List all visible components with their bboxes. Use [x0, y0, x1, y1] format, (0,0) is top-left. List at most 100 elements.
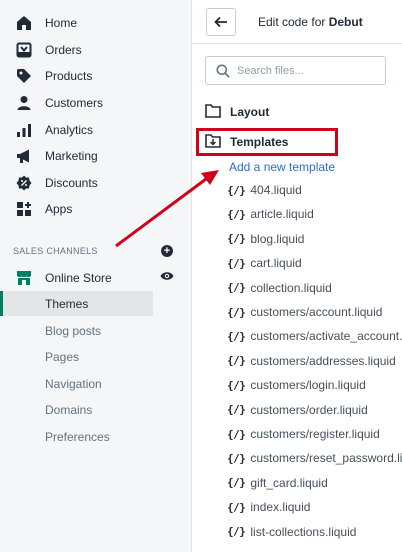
templates-highlight-box [196, 128, 338, 156]
liquid-file-icon: {/} [227, 232, 246, 246]
sidebar-item-label: Orders [45, 43, 82, 57]
add-sales-channel-icon[interactable]: + [161, 245, 173, 257]
sidebar-subitem-label: Themes [45, 296, 89, 311]
bar-chart-icon [16, 122, 32, 138]
sidebar-subitem-blog-posts[interactable]: Blog posts [0, 318, 153, 343]
sidebar-subitem-label: Navigation [45, 376, 102, 391]
editor-header: Edit code for Debut [192, 0, 402, 44]
sidebar-subitem-navigation[interactable]: Navigation [0, 371, 153, 396]
sidebar-subitem-label: Pages [45, 349, 80, 364]
liquid-file-icon: {/} [227, 207, 246, 221]
store-icon [16, 270, 32, 286]
file-name: collection.liquid [250, 280, 332, 295]
sidebar-item-label: Products [45, 69, 93, 83]
search-box[interactable] [205, 56, 386, 85]
back-button[interactable] [206, 8, 236, 36]
sidebar-subitem-domains[interactable]: Domains [0, 397, 153, 422]
file-item[interactable]: {/} collection.liquid [227, 278, 402, 298]
liquid-file-icon: {/} [227, 281, 246, 295]
liquid-file-icon: {/} [227, 329, 246, 343]
add-new-template-link[interactable]: Add a new template [229, 160, 335, 174]
file-name: customers/activate_account.liquid [250, 329, 402, 344]
file-item[interactable]: {/} 404.liquid [227, 180, 402, 200]
liquid-file-icon: {/} [227, 403, 246, 417]
page-title: Edit code for Debut [258, 15, 363, 29]
file-name: list-collections.liquid [250, 524, 357, 539]
arrow-left-icon [214, 16, 227, 28]
file-name: blog.liquid [250, 231, 305, 246]
liquid-file-icon: {/} [227, 525, 246, 539]
sidebar-item-label: Customers [45, 96, 104, 110]
folder-layout[interactable]: Layout [205, 101, 400, 123]
liquid-file-icon: {/} [227, 378, 246, 392]
theme-name: Debut [328, 15, 363, 29]
sales-channels-heading: SALES CHANNELS [13, 246, 98, 256]
megaphone-icon [16, 148, 32, 164]
title-prefix: Edit code for [258, 15, 326, 29]
sidebar-subitem-label: Preferences [45, 429, 110, 444]
file-name: article.liquid [250, 207, 314, 222]
file-item[interactable]: {/} customers/account.liquid [227, 302, 402, 322]
person-icon [16, 95, 32, 111]
sidebar-item-apps[interactable]: Apps [0, 196, 190, 222]
file-item[interactable]: {/} gift_card.liquid [227, 473, 402, 493]
file-name: gift_card.liquid [250, 475, 328, 490]
file-item[interactable]: {/} customers/addresses.liquid [227, 351, 402, 371]
file-item[interactable]: {/} customers/order.liquid [227, 400, 402, 420]
sidebar-item-label: Online Store [45, 271, 112, 285]
eye-icon[interactable] [160, 271, 174, 281]
file-item[interactable]: {/} blog.liquid [227, 229, 402, 249]
file-item[interactable]: {/} customers/register.liquid [227, 424, 402, 444]
liquid-file-icon: {/} [227, 500, 246, 514]
file-name: 404.liquid [250, 183, 302, 197]
sidebar-subitem-themes[interactable]: Themes [0, 291, 153, 316]
file-item[interactable]: {/} customers/activate_account.liquid [227, 326, 402, 346]
sidebar-item-products[interactable]: Products [0, 63, 190, 89]
search-input[interactable] [237, 62, 377, 80]
file-name: customers/addresses.liquid [250, 353, 396, 368]
apps-icon [16, 201, 32, 217]
file-item[interactable]: {/} customers/reset_password.liquid [227, 448, 402, 468]
sidebar-item-analytics[interactable]: Analytics [0, 117, 190, 143]
sidebar-item-label: Analytics [45, 123, 94, 137]
sidebar-item-discounts[interactable]: Discounts [0, 170, 190, 196]
file-name: customers/reset_password.liquid [250, 451, 402, 466]
file-name: customers/order.liquid [250, 402, 368, 417]
search-icon [216, 64, 230, 78]
sidebar-subitem-pages[interactable]: Pages [0, 344, 153, 369]
sidebar-item-customers[interactable]: Customers [0, 90, 190, 116]
orders-icon [16, 42, 32, 58]
liquid-file-icon: {/} [227, 451, 246, 465]
annotation-arrow-head [201, 170, 219, 185]
liquid-file-icon: {/} [227, 476, 246, 490]
liquid-file-icon: {/} [227, 305, 246, 319]
liquid-file-icon: {/} [227, 183, 246, 197]
file-item[interactable]: {/} cart.liquid [227, 253, 402, 273]
file-item[interactable]: {/} index.liquid [227, 497, 402, 517]
file-name: index.liquid [250, 500, 311, 515]
sidebar-item-label: Discounts [45, 176, 98, 190]
liquid-file-icon: {/} [227, 427, 246, 441]
file-item[interactable]: {/} article.liquid [227, 204, 402, 224]
file-name: customers/login.liquid [250, 378, 366, 393]
sidebar-item-label: Apps [45, 202, 73, 216]
sidebar-item-label: Marketing [45, 149, 98, 163]
sidebar-item-marketing[interactable]: Marketing [0, 143, 190, 169]
active-indicator [0, 291, 3, 316]
file-item[interactable]: {/} list-collections.liquid [227, 522, 402, 542]
sidebar-subitem-preferences[interactable]: Preferences [0, 424, 153, 449]
discount-icon [16, 175, 32, 191]
sidebar-item-label: Home [45, 16, 78, 30]
liquid-file-icon: {/} [227, 256, 246, 270]
folder-label: Layout [230, 105, 270, 119]
file-name: cart.liquid [250, 256, 302, 271]
file-item[interactable]: {/} customers/login.liquid [227, 375, 402, 395]
liquid-file-icon: {/} [227, 354, 246, 368]
sidebar-subitem-label: Domains [45, 402, 93, 417]
file-name: customers/account.liquid [250, 305, 383, 319]
tag-icon [16, 68, 32, 84]
sidebar-item-home[interactable]: Home [0, 10, 190, 36]
sidebar-item-orders[interactable]: Orders [0, 37, 190, 63]
home-icon [16, 15, 32, 31]
sidebar: Home Orders Products Customers Analytics… [0, 0, 192, 552]
